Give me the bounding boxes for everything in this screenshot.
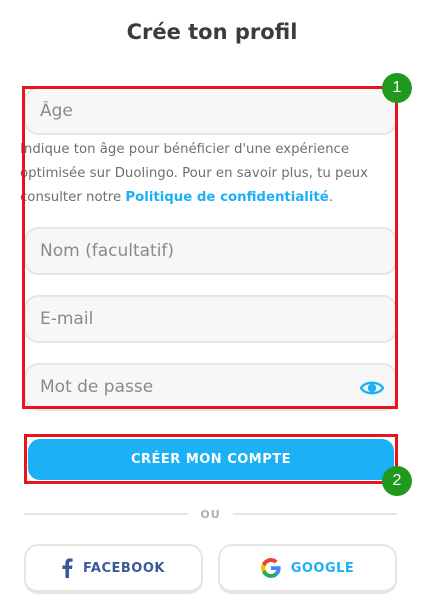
divider-line-right: [232, 513, 398, 515]
or-divider: OU: [24, 505, 398, 523]
annotation-badge-1: 1: [382, 73, 412, 103]
divider-label: OU: [200, 507, 221, 521]
facebook-button[interactable]: FACEBOOK: [24, 544, 203, 594]
annotation-box-2: [24, 434, 398, 484]
page-title: Crée ton profil: [126, 20, 298, 44]
google-icon: [260, 558, 281, 578]
facebook-label: FACEBOOK: [83, 560, 165, 576]
facebook-icon: [62, 558, 73, 578]
annotation-badge-2: 2: [382, 466, 412, 496]
google-button[interactable]: GOOGLE: [218, 544, 397, 594]
divider-line-left: [24, 513, 189, 515]
annotation-box-1: [22, 86, 398, 409]
google-label: GOOGLE: [290, 560, 355, 576]
